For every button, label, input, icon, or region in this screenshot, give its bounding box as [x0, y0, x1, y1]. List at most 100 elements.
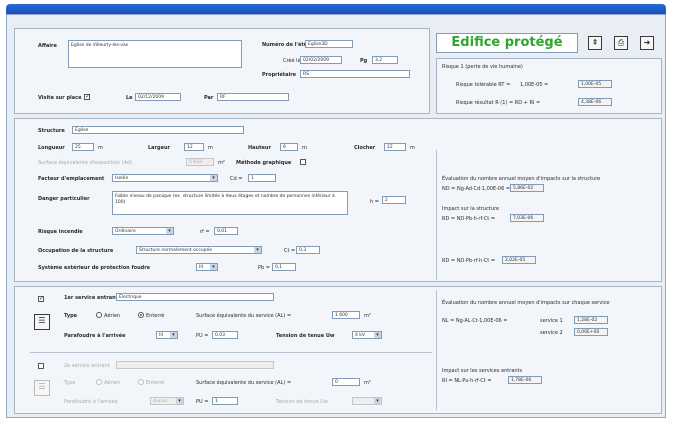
service2-pu-label: PU = — [196, 399, 209, 405]
service1-surface-label: Surface équivalente du service (AL) = — [196, 313, 292, 319]
service2-button: ☰ — [34, 380, 50, 396]
largeur-field[interactable]: 12 — [184, 143, 204, 151]
facteur-select[interactable]: Isolée — [112, 174, 218, 182]
surface-unit: m² — [218, 160, 225, 166]
cd-field[interactable]: 1 — [248, 174, 276, 182]
systeme-label: Système extérieur de protection foudre — [38, 265, 151, 271]
service1-type-label: Type — [64, 313, 78, 319]
service1-parafoudre-label: Parafoudre à l'arrivée — [64, 333, 126, 339]
service1-aerien-radio[interactable] — [96, 312, 102, 318]
surface-field: 5 933 — [186, 158, 214, 166]
risque-select[interactable]: Ordinaire — [112, 227, 174, 235]
structure-label: Structure — [38, 128, 65, 134]
risk-tolerable-label: Risque tolérable RT = — [456, 82, 511, 88]
h-label: h = — [370, 199, 379, 205]
longueur-label: Longueur — [38, 145, 65, 151]
service2-parafoudre-select: Aucun — [150, 397, 184, 405]
service-plug-icon: ☰ — [38, 316, 46, 325]
nd-title: Évaluation du nombre annuel moyen d'impa… — [442, 176, 601, 182]
h-field[interactable]: 2 — [382, 196, 406, 204]
service2-aerien-label: Aérien — [104, 380, 121, 386]
service1-pu-field[interactable]: 0,03 — [212, 331, 238, 339]
service1-pu-label: PU = — [196, 333, 209, 339]
longueur-unit: m — [98, 145, 103, 151]
systeme-select[interactable]: III — [196, 263, 218, 271]
facteur-label: Facteur d'emplacement — [38, 176, 105, 182]
rd-formula: RD = ND·Pb·h·rf·Ct = — [442, 216, 496, 222]
service2-parafoudre-label: Parafoudre à l'arrivée — [64, 399, 118, 405]
rf-label: rf = — [200, 229, 210, 235]
pb-field[interactable]: 0,1 — [272, 263, 296, 271]
service1-aerien-label: Aérien — [104, 313, 121, 319]
service2-surface-unit: m² — [364, 380, 371, 386]
service2-title-field — [116, 361, 274, 369]
service2-enterre-radio — [138, 379, 144, 385]
status-title: Edifice protégé — [436, 33, 578, 53]
services-separator — [30, 352, 432, 353]
cree-label: Créé le — [283, 58, 301, 64]
service2-aerien-radio — [96, 379, 102, 385]
help-button[interactable]: ⇞ — [588, 36, 602, 50]
visite-checkbox[interactable]: ✓ — [84, 93, 90, 100]
nl-s1-label: service 1 — [540, 318, 563, 324]
service1-enterre-radio[interactable] — [138, 312, 144, 318]
print-button[interactable]: ⎙ — [614, 36, 628, 50]
pg-field[interactable]: 3.2 — [372, 56, 398, 64]
risk-title: Risque 1 (perte de vie humaine) — [442, 64, 523, 70]
occupation-select[interactable]: Structure normalement occupée — [136, 246, 262, 254]
clocher-field[interactable]: 22 — [384, 143, 406, 151]
ct-label: Ct = — [284, 248, 296, 254]
service2-tension-label: Tension de tenue Uw — [276, 399, 328, 405]
printer-icon: ⎙ — [617, 38, 625, 47]
service2-pu-field[interactable]: 1 — [212, 397, 238, 405]
service2-checkbox[interactable] — [38, 363, 44, 369]
risque-label: Risque incendie — [38, 229, 83, 235]
rf-field[interactable]: 0,01 — [214, 227, 238, 235]
service1-title-field[interactable]: Électrique — [116, 293, 274, 301]
hauteur-field[interactable]: 6 — [280, 143, 298, 151]
methode-label: Méthode graphique — [236, 160, 292, 166]
risk-tolerable-text: 1,00E-05 = — [520, 82, 549, 88]
affaire-label: Affaire — [38, 43, 57, 49]
le-field[interactable]: 02/12/2009 — [135, 93, 181, 101]
service1-tension-select[interactable]: 4 kV — [352, 331, 382, 339]
longueur-field[interactable]: 25 — [72, 143, 94, 151]
ct-field[interactable]: 0,3 — [296, 246, 320, 254]
proprietaire-field[interactable]: RS — [300, 70, 410, 78]
cree-field[interactable]: 02/02/2009 — [300, 56, 342, 64]
risk-result-label: Risque résultat R (1) = RD + RI = — [456, 100, 541, 106]
affaire-field[interactable]: Eglise de Villeurly-les-vas — [68, 40, 242, 68]
pb-label: Pb = — [258, 265, 270, 271]
nl-s1-field: 1,28E-02 — [574, 316, 608, 324]
nd-field: 5,86E-02 — [510, 184, 544, 192]
numero-field[interactable]: Eglise3D — [305, 40, 353, 48]
nd-formula: ND = Ng·Ad·Cd·1,00E-06 = — [442, 186, 511, 192]
par-field[interactable]: RF — [217, 93, 289, 101]
impact-title: Impact sur les services entrants — [442, 368, 523, 374]
risk-tolerable-field: 1,00E-05 — [578, 80, 612, 88]
nl-s2-field: 0,00E+00 — [574, 328, 608, 336]
impact-field: 1,78E-06 — [508, 376, 542, 384]
exit-icon: ➜ — [643, 38, 651, 47]
service2-surface-field[interactable]: 0 — [332, 378, 360, 386]
pg-label: Pg — [360, 58, 368, 64]
proprietaire-label: Propriétaire — [262, 72, 297, 78]
occupation-label: Occupation de la structure — [38, 248, 114, 254]
methode-checkbox[interactable] — [300, 159, 306, 165]
nl-s2-label: service 2 — [540, 330, 563, 336]
service1-surface-field[interactable]: 1 600 — [332, 311, 360, 319]
service1-checkbox[interactable]: ✓ — [38, 295, 44, 302]
impact-formula: RI = NL·Pu·h·rf·Ct = — [442, 378, 492, 384]
service2-title-label: 2e service entrant — [64, 363, 110, 369]
dangers-field[interactable]: Faible niveau de panique (ex. structure … — [112, 191, 348, 215]
service2-tension-select — [352, 397, 382, 405]
clocher-label: Clocher — [354, 145, 376, 151]
service1-button[interactable]: ☰ — [34, 314, 50, 330]
ri-formula: RD = ND·Pb·rf·h·Ct = — [442, 258, 496, 264]
cd-label: Cd = — [230, 176, 243, 182]
structure-field[interactable]: Eglise — [72, 126, 244, 134]
visite-label: Visite sur place — [38, 95, 82, 101]
exit-button[interactable]: ➜ — [640, 36, 654, 50]
service1-enterre-label: Enterré — [146, 313, 165, 319]
service1-parafoudre-select[interactable]: III — [156, 331, 178, 339]
